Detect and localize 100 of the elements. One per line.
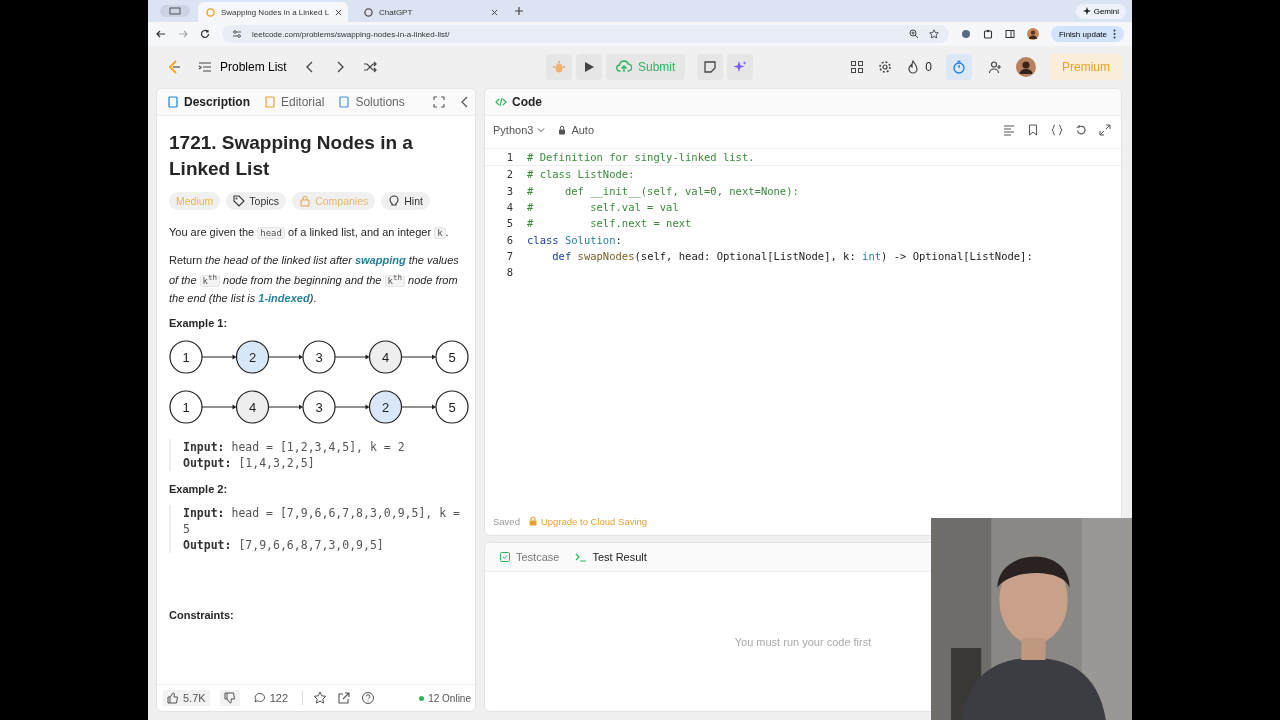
panel-tab[interactable]: Description <box>167 95 250 109</box>
reload-icon[interactable] <box>200 29 210 39</box>
braces-icon[interactable] <box>1051 124 1063 136</box>
sparkle-icon <box>1082 7 1091 15</box>
timer-button[interactable] <box>946 54 972 80</box>
online-count: 12 Online <box>428 692 471 704</box>
add-user-icon[interactable] <box>988 60 1002 74</box>
profile-avatar-icon[interactable] <box>1026 28 1039 40</box>
layout-icon[interactable] <box>850 60 865 74</box>
list-node: 5 <box>435 340 469 374</box>
hint-tag[interactable]: Hint <box>381 192 430 210</box>
bookmark-icon[interactable] <box>1027 124 1039 136</box>
code-line: class Solution: <box>527 233 622 246</box>
panel-tab[interactable]: Editorial <box>264 95 325 109</box>
settings-icon[interactable] <box>878 60 893 74</box>
list-node: 5 <box>435 390 469 424</box>
code-line: # self.next = next <box>527 217 692 230</box>
panel-tab[interactable]: Test Result <box>571 551 651 563</box>
description-paragraph: You are given the head of a linked list, and an integer k . <box>169 225 450 241</box>
list-node: 4 <box>368 340 403 374</box>
close-icon[interactable] <box>491 8 498 16</box>
example-output-text: Output: [1,4,3,2,5] <box>183 455 316 471</box>
play-icon <box>582 60 596 74</box>
comments-button[interactable]: 122 <box>249 690 292 706</box>
list-node: 2 <box>368 390 403 424</box>
extension-icon[interactable] <box>960 29 971 39</box>
code-line: def swapNodes(self, head: Optional[ListNode], k: int) -> Optional[ListNode]: <box>551 249 1033 262</box>
arrow <box>201 354 237 360</box>
gemini-button[interactable]: Gemini <box>1075 3 1126 19</box>
arrow <box>334 404 370 410</box>
timer-icon <box>952 60 966 74</box>
line-number: 8 <box>505 266 513 279</box>
checkbox-icon <box>499 551 511 563</box>
share-icon[interactable] <box>337 691 351 705</box>
list-node: 3 <box>302 340 336 374</box>
constraints-heading: Constraints: <box>169 609 235 621</box>
zoom-icon[interactable] <box>908 29 919 39</box>
list-node: 1 <box>169 390 203 424</box>
flame-icon <box>906 60 921 74</box>
panel-tab[interactable]: Testcase <box>495 551 564 563</box>
like-button[interactable]: 5.7K <box>163 690 210 706</box>
site-info-icon[interactable] <box>232 29 242 39</box>
topics-tag[interactable]: Topics <box>226 192 287 210</box>
code-line: # class ListNode: <box>527 168 635 181</box>
fullscreen-icon[interactable] <box>1099 124 1111 136</box>
logo-icon[interactable] <box>166 59 182 75</box>
terminal-icon <box>575 551 588 563</box>
back-icon[interactable] <box>156 29 166 39</box>
streak-counter[interactable]: 0 <box>906 60 932 74</box>
reset-icon[interactable] <box>1075 124 1087 136</box>
note-icon <box>703 60 718 74</box>
finish-update-button[interactable]: Finish update <box>1050 26 1124 42</box>
browser-tab[interactable]: Swapping Nodes in a Linked L <box>198 2 348 22</box>
shuffle-icon[interactable] <box>362 60 377 74</box>
lock-icon <box>299 195 312 207</box>
list-node: 2 <box>235 340 270 374</box>
document-icon <box>167 96 179 108</box>
thumbs-up-icon <box>167 692 179 704</box>
sidebar-icon[interactable] <box>1004 29 1015 39</box>
panel-tab[interactable]: Solutions <box>338 95 405 109</box>
help-icon[interactable] <box>361 691 375 705</box>
arrow <box>334 354 370 360</box>
online-dot-icon <box>419 695 425 701</box>
star-icon[interactable] <box>313 691 327 705</box>
list-node: 1 <box>169 340 203 374</box>
close-icon[interactable] <box>335 8 343 16</box>
avatar-icon[interactable] <box>1016 57 1036 77</box>
language-dropdown[interactable]: Python3 <box>493 124 546 136</box>
star-icon[interactable] <box>928 29 939 39</box>
notes-button[interactable] <box>697 54 724 80</box>
problem-title: 1721. Swapping Nodes in a Linked List <box>169 131 414 181</box>
tag-icon <box>233 195 246 207</box>
problem-list-button[interactable]: Problem List <box>198 60 287 74</box>
address-field[interactable]: leetcode.com/problems/swapping-nodes-in-a-linked-list/ <box>222 25 949 43</box>
auto-mode-toggle[interactable]: Auto <box>557 124 594 136</box>
expand-icon[interactable] <box>432 96 445 108</box>
line-number: 6 <box>505 233 513 246</box>
example-heading: Example 2: <box>169 483 229 495</box>
code-icon <box>495 96 507 108</box>
new-tab-icon[interactable] <box>514 6 524 16</box>
sparkle-button[interactable] <box>727 54 754 80</box>
document-icon <box>264 96 276 108</box>
example-input-text: Input: head = [1,2,3,4,5], k = 2 <box>183 439 406 455</box>
code-line: # Definition for singly-linked list. <box>527 151 755 164</box>
lightbulb-icon <box>388 195 401 207</box>
comment-icon <box>253 692 266 704</box>
line-number: 7 <box>505 249 513 262</box>
line-number: 5 <box>505 217 513 230</box>
line-number: 4 <box>505 201 513 214</box>
dislike-button[interactable] <box>219 690 240 706</box>
code-tab[interactable]: Code <box>495 95 542 109</box>
thumbs-down-icon <box>223 692 236 704</box>
empty-result-message: You must run your code first <box>734 635 872 648</box>
arrow <box>268 404 303 410</box>
arrow <box>401 354 436 360</box>
browser-tab[interactable]: ChatGPT <box>356 2 506 22</box>
arrow <box>401 404 436 410</box>
list-node: 4 <box>235 390 270 424</box>
run-button[interactable] <box>576 54 602 80</box>
list-icon <box>198 60 212 74</box>
